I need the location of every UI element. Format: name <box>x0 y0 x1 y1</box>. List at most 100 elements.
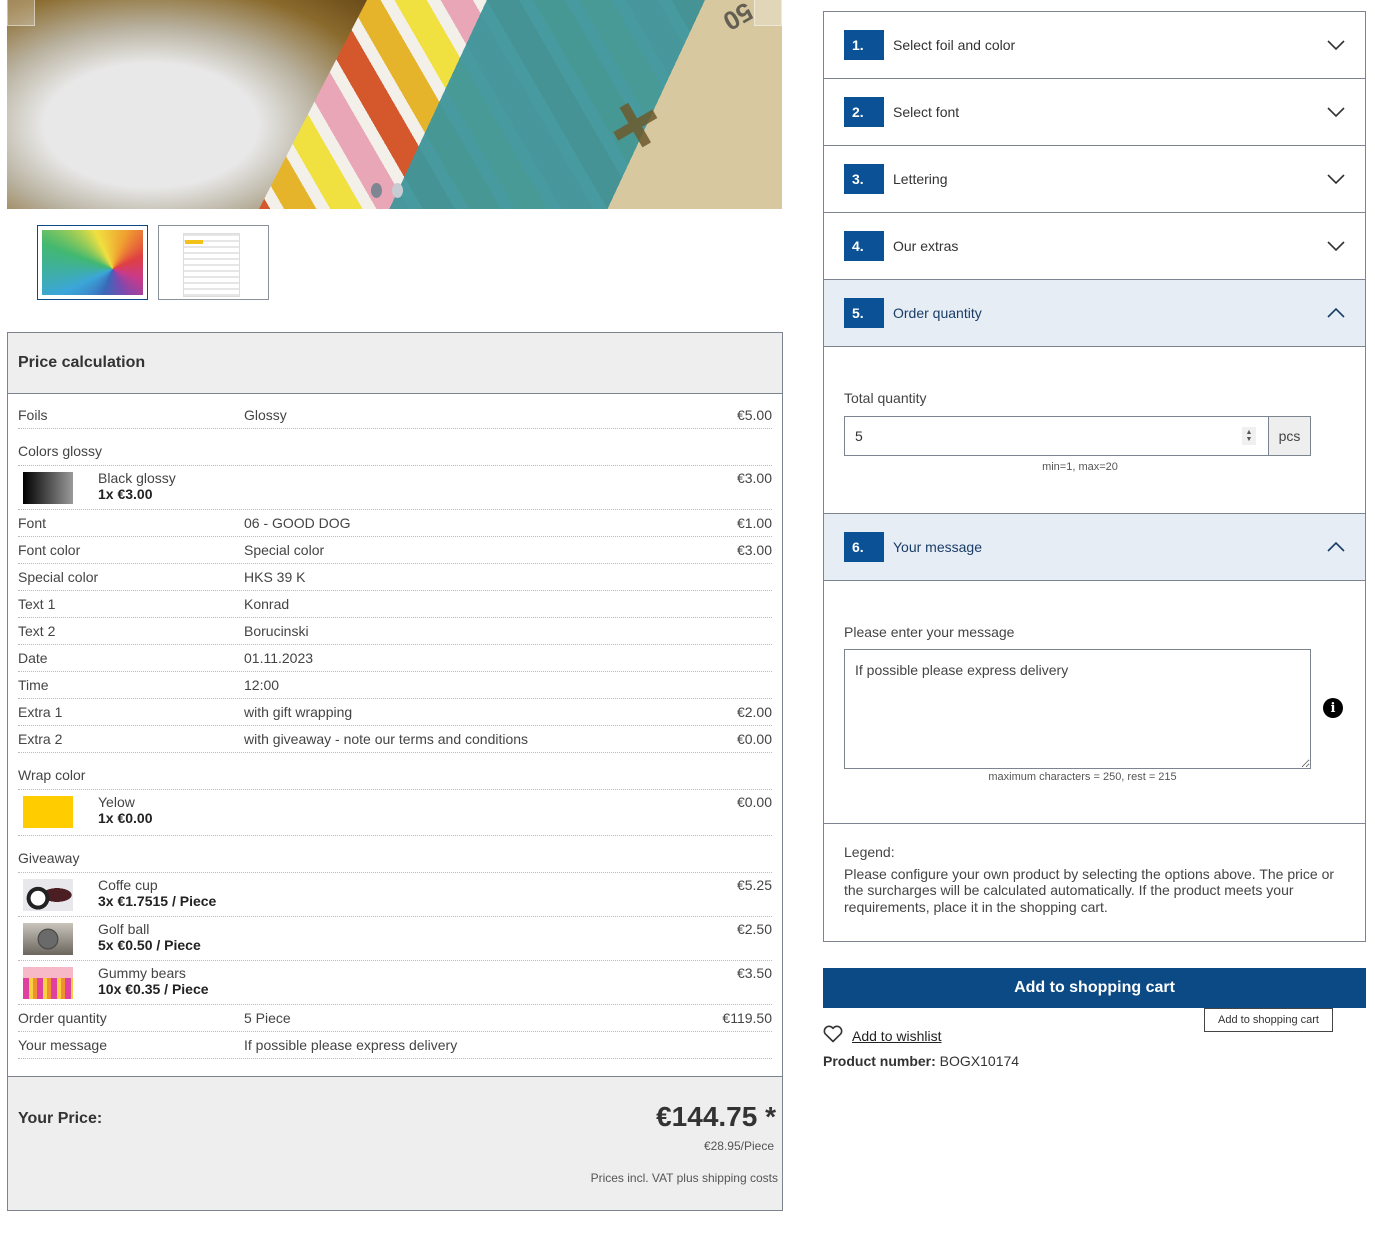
item-text: Golf ball 5x €0.50 / Piece <box>98 921 652 953</box>
chevron-down-icon <box>1327 36 1345 54</box>
step-number-badge: 6. <box>844 532 884 562</box>
row-value: with gift wrapping <box>244 704 353 720</box>
row-value: Borucinski <box>244 623 309 639</box>
price-total-section: Your Price: €144.75 * €28.95/Piece Price… <box>8 1076 782 1210</box>
price-calculation-table: Foils Glossy €5.00 Colors glossy Black g… <box>8 394 782 1059</box>
row-label: Special color <box>18 569 99 585</box>
item-text: Black glossy 1x €3.00 <box>98 470 652 502</box>
item-name: Coffe cup <box>98 877 158 893</box>
row-price: €3.00 <box>736 470 772 486</box>
row-label: Order quantity <box>18 1010 107 1026</box>
row-label: Extra 1 <box>18 704 63 720</box>
price-row-extra-1: Extra 1 with gift wrapping €2.00 <box>18 699 772 726</box>
add-to-wishlist-link[interactable]: Add to wishlist <box>823 1025 941 1046</box>
row-value: 5 Piece <box>244 1010 291 1026</box>
carousel-next-button[interactable] <box>754 0 782 26</box>
gummy-bears-image <box>23 967 73 999</box>
row-price: €119.50 <box>722 1010 772 1026</box>
chevron-up-icon <box>1327 304 1345 322</box>
item-quantity: 5x €0.50 / Piece <box>98 937 201 953</box>
chevron-up-icon <box>1327 538 1345 556</box>
carousel-dot-2[interactable] <box>392 183 403 198</box>
your-price-value: €144.75 * <box>656 1101 776 1132</box>
chevron-down-icon <box>1327 237 1345 255</box>
thumbnail-2[interactable] <box>158 225 269 300</box>
stepper-down-icon[interactable]: ▼ <box>1246 436 1253 443</box>
total-quantity-label: Total quantity <box>844 390 927 406</box>
step-3-lettering[interactable]: 3. Lettering <box>824 146 1365 213</box>
row-label: Your message <box>18 1037 107 1053</box>
step-2-select-font[interactable]: 2. Select font <box>824 79 1365 146</box>
step-title: Order quantity <box>893 305 982 321</box>
item-name: Black glossy <box>98 470 176 486</box>
item-name: Gummy bears <box>98 965 186 981</box>
step-title: Our extras <box>893 238 959 254</box>
carousel-prev-button[interactable] <box>7 0 35 26</box>
thumbnail-1[interactable] <box>37 225 148 300</box>
thumbnail-screenshot-image <box>163 230 264 297</box>
row-value: 06 - GOOD DOG <box>244 515 351 531</box>
stepper-up-icon[interactable]: ▲ <box>1246 429 1253 436</box>
step-4-our-extras[interactable]: 4. Our extras <box>824 213 1365 280</box>
row-price: €0.00 <box>736 794 772 810</box>
row-label: Extra 2 <box>18 731 63 747</box>
row-label: Font <box>18 515 47 531</box>
legend-title: Legend: <box>844 844 895 860</box>
message-char-hint: maximum characters = 250, rest = 215 <box>988 771 1177 783</box>
product-number-label: Product number: <box>823 1053 936 1069</box>
chevron-down-icon <box>1327 170 1345 188</box>
message-textarea[interactable]: If possible please express delivery <box>844 649 1311 769</box>
row-price: €2.50 <box>736 921 772 937</box>
price-item-golf-ball: Golf ball 5x €0.50 / Piece €2.50 <box>18 917 772 961</box>
row-price: €0.00 <box>736 731 772 747</box>
step-number-badge: 1. <box>844 30 884 60</box>
quantity-input[interactable]: 5 ▲ ▼ <box>844 416 1268 456</box>
heart-icon <box>823 1025 843 1046</box>
row-label: Foils <box>18 407 48 423</box>
carousel-dots <box>371 183 403 198</box>
row-label: Date <box>18 650 48 666</box>
quantity-value: 5 <box>855 428 863 444</box>
row-value: Glossy <box>244 407 287 423</box>
price-calculation-title: Price calculation <box>18 354 146 371</box>
row-label: Text 2 <box>18 623 56 639</box>
row-label: Font color <box>18 542 81 558</box>
price-row-your-message: Your message If possible please express … <box>18 1032 772 1059</box>
wishlist-label[interactable]: Add to wishlist <box>852 1028 941 1044</box>
quantity-input-group: 5 ▲ ▼ pcs <box>844 416 1311 456</box>
row-price: €3.00 <box>736 542 772 558</box>
legend-section: Legend: Please configure your own produc… <box>824 824 1365 942</box>
price-item-yelow: Yelow 1x €0.00 €0.00 <box>18 790 772 836</box>
step-5-order-quantity[interactable]: 5. Order quantity <box>824 280 1365 347</box>
product-image-gallery: + 50 <box>7 0 782 209</box>
your-price-label: Your Price: <box>18 1110 103 1127</box>
add-to-cart-button[interactable]: Add to shopping cart <box>823 968 1366 1008</box>
step-6-your-message[interactable]: 6. Your message <box>824 514 1365 581</box>
group-label: Giveaway <box>18 850 80 866</box>
row-value: Konrad <box>244 596 290 612</box>
step-title: Select foil and color <box>893 37 1016 53</box>
step-1-select-foil-and-color[interactable]: 1. Select foil and color <box>824 12 1365 79</box>
row-price: €5.25 <box>736 877 772 893</box>
quantity-hint: min=1, max=20 <box>1042 461 1118 473</box>
row-label: Time <box>18 677 49 693</box>
row-value: Special color <box>244 542 325 558</box>
message-label: Please enter your message <box>844 624 1015 640</box>
price-row-special-color: Special color HKS 39 K <box>18 564 772 591</box>
price-calculation-panel: Price calculation Foils Glossy €5.00 Col… <box>7 332 783 1211</box>
item-name: Golf ball <box>98 921 150 937</box>
price-row-font-color: Font color Special color €3.00 <box>18 537 772 564</box>
carousel-dot-1[interactable] <box>371 183 382 198</box>
info-icon[interactable]: i <box>1323 698 1343 718</box>
step-title: Select font <box>893 104 960 120</box>
item-text: Yelow 1x €0.00 <box>98 794 652 826</box>
row-price: €1.00 <box>736 515 772 531</box>
step-number-badge: 3. <box>844 164 884 194</box>
legend-text: Please configure your own product by sel… <box>844 865 1335 915</box>
row-value: 12:00 <box>244 677 280 693</box>
quantity-stepper[interactable]: ▲ ▼ <box>1242 427 1256 445</box>
quantity-unit: pcs <box>1268 416 1311 456</box>
item-text: Gummy bears 10x €0.35 / Piece <box>98 965 652 997</box>
price-row-time: Time 12:00 <box>18 672 772 699</box>
step-title: Lettering <box>893 171 948 187</box>
